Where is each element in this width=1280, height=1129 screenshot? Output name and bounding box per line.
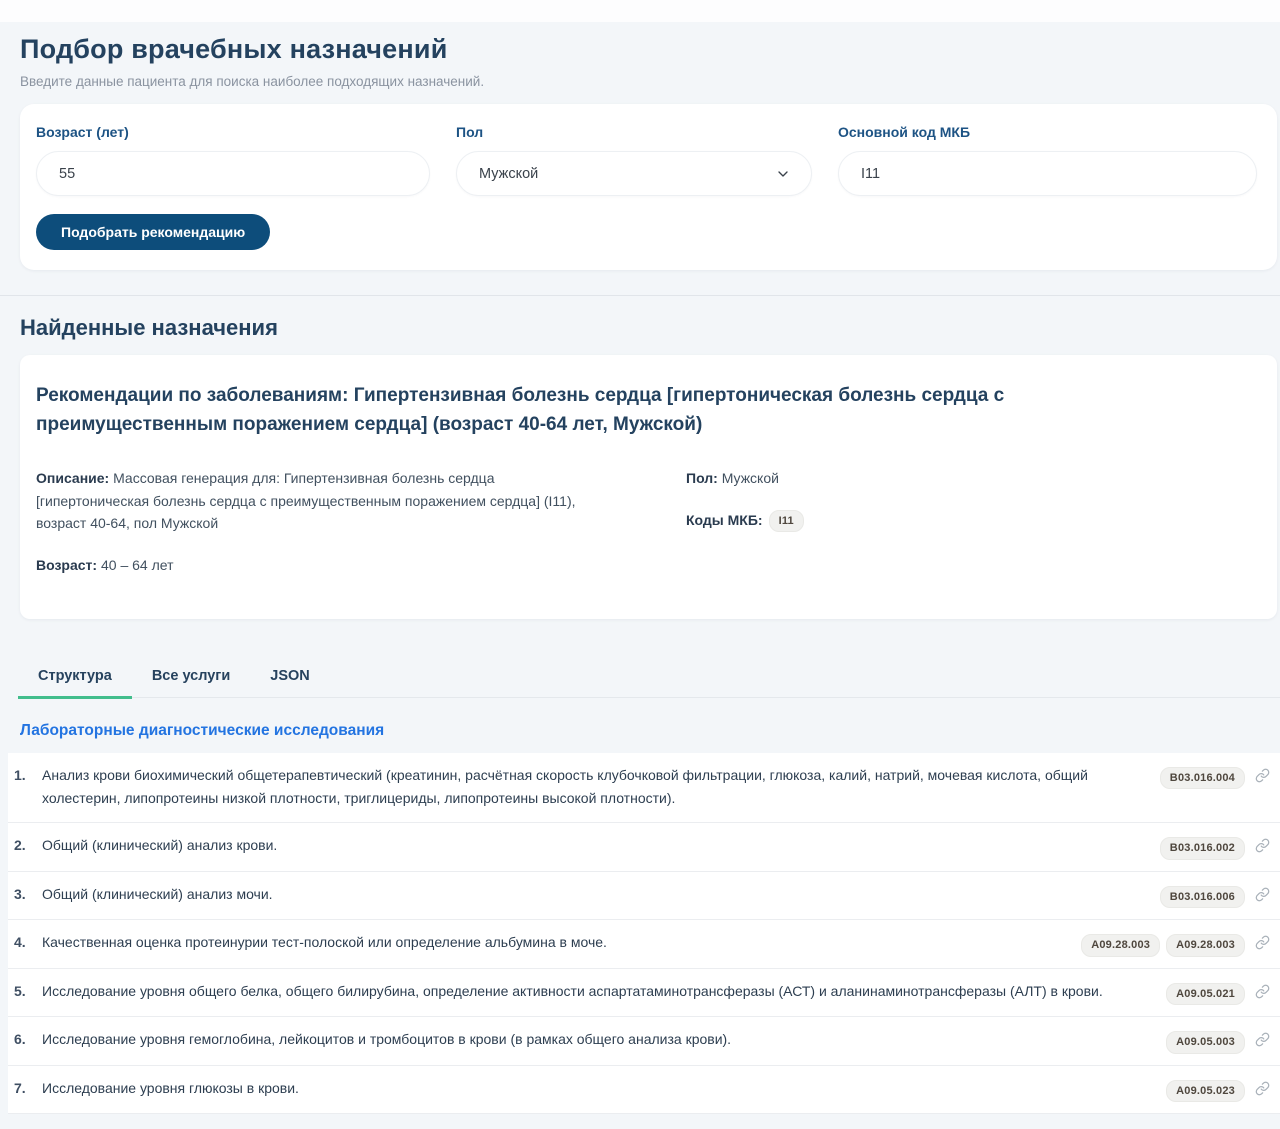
- link-icon[interactable]: [1255, 768, 1270, 783]
- service-code-badge: B03.016.004: [1160, 767, 1245, 790]
- recommendation-description: Описание: Массовая генерация для: Гиперт…: [36, 467, 601, 535]
- sex-kv-label: Пол:: [686, 470, 718, 486]
- top-whitespace-band: [0, 0, 1280, 22]
- sources-toggle[interactable]: Источники раздела (5): [12, 1114, 1280, 1129]
- service-row: 4. Качественная оценка протеинурии тест-…: [8, 920, 1280, 969]
- row-number: 4.: [14, 931, 42, 955]
- description-label: Описание:: [36, 470, 109, 486]
- find-recommendation-button[interactable]: Подобрать рекомендацию: [36, 214, 270, 250]
- link-icon[interactable]: [1255, 1032, 1270, 1047]
- lab-section-heading: Лабораторные диагностические исследовани…: [20, 722, 1280, 740]
- row-number: 5.: [14, 980, 42, 1004]
- service-row: 5. Исследование уровня общего белка, общ…: [8, 969, 1280, 1018]
- link-icon[interactable]: [1255, 1081, 1270, 1096]
- icd-code-label: Основной код МКБ: [838, 124, 1257, 140]
- sex-select-value: Мужской: [479, 166, 538, 182]
- recommendation-sex: Пол: Мужской: [686, 467, 804, 490]
- link-icon[interactable]: [1255, 887, 1270, 902]
- tab-bar: Структура Все услуги JSON: [18, 659, 1280, 698]
- service-code-badge: A09.05.003: [1166, 1031, 1245, 1054]
- service-text: Качественная оценка протеинурии тест-пол…: [42, 931, 1081, 955]
- service-code-badge: B03.016.002: [1160, 837, 1245, 860]
- service-text: Анализ крови биохимический общетерапевти…: [42, 764, 1160, 812]
- row-number: 2.: [14, 834, 42, 858]
- service-text: Исследование уровня общего белка, общего…: [42, 980, 1166, 1004]
- link-icon[interactable]: [1255, 984, 1270, 999]
- row-number: 7.: [14, 1077, 42, 1101]
- results-heading: Найденные назначения: [20, 315, 1280, 341]
- service-code-badge: A09.28.003: [1166, 934, 1245, 957]
- row-number: 1.: [14, 764, 42, 788]
- age-kv-value: 40 – 64 лет: [101, 557, 174, 573]
- service-text: Исследование уровня глюкозы в крови.: [42, 1077, 1166, 1101]
- page: Подбор врачебных назначений Введите данн…: [0, 22, 1280, 1129]
- service-row: 2. Общий (клинический) анализ крови. B03…: [8, 823, 1280, 872]
- icd-code-input[interactable]: [838, 151, 1257, 196]
- service-code-badge: A09.05.023: [1166, 1080, 1245, 1103]
- service-text: Общий (клинический) анализ мочи.: [42, 883, 1160, 907]
- link-icon[interactable]: [1255, 935, 1270, 950]
- lab-service-list: 1. Анализ крови биохимический общетерапе…: [8, 753, 1280, 1115]
- sex-label: Пол: [456, 124, 812, 140]
- section-divider: [0, 295, 1280, 296]
- service-code-badge: A09.05.021: [1166, 983, 1245, 1006]
- description-value: Массовая генерация для: Гипертензивная б…: [36, 470, 576, 531]
- recommendation-icd: Коды МКБ: I11: [686, 509, 804, 534]
- service-text: Общий (клинический) анализ крови.: [42, 834, 1160, 858]
- service-row: 1. Анализ крови биохимический общетерапе…: [8, 753, 1280, 824]
- age-input[interactable]: [36, 151, 430, 196]
- service-row: 6. Исследование уровня гемоглобина, лейк…: [8, 1017, 1280, 1066]
- age-label: Возраст (лет): [36, 124, 430, 140]
- page-title: Подбор врачебных назначений: [20, 34, 1280, 65]
- patient-form-card: Возраст (лет) Пол Мужской Основной код М…: [20, 104, 1277, 270]
- icd-kv-label: Коды МКБ:: [686, 512, 763, 528]
- recommendation-card: Рекомендации по заболеваниям: Гипертензи…: [20, 355, 1277, 619]
- service-code-badge: B03.016.006: [1160, 886, 1245, 909]
- link-icon[interactable]: [1255, 838, 1270, 853]
- tab-json[interactable]: JSON: [250, 659, 330, 699]
- tab-all-services[interactable]: Все услуги: [132, 659, 250, 699]
- icd-code-badge: I11: [769, 510, 804, 533]
- row-number: 6.: [14, 1028, 42, 1052]
- service-text: Исследование уровня гемоглобина, лейкоци…: [42, 1028, 1166, 1052]
- age-kv-label: Возраст:: [36, 557, 97, 573]
- sex-kv-value: Мужской: [722, 470, 779, 486]
- service-code-badge: A09.28.003: [1081, 934, 1160, 957]
- service-row: 3. Общий (клинический) анализ мочи. B03.…: [8, 872, 1280, 921]
- recommendation-age: Возраст: 40 – 64 лет: [36, 554, 601, 577]
- recommendation-title: Рекомендации по заболеваниям: Гипертензи…: [36, 381, 1196, 440]
- chevron-down-icon: [775, 166, 791, 182]
- row-number: 3.: [14, 883, 42, 907]
- service-row: 7. Исследование уровня глюкозы в крови. …: [8, 1066, 1280, 1115]
- tab-structure[interactable]: Структура: [18, 659, 132, 699]
- sex-select[interactable]: Мужской: [456, 151, 812, 196]
- page-subtitle: Введите данные пациента для поиска наибо…: [20, 74, 1280, 89]
